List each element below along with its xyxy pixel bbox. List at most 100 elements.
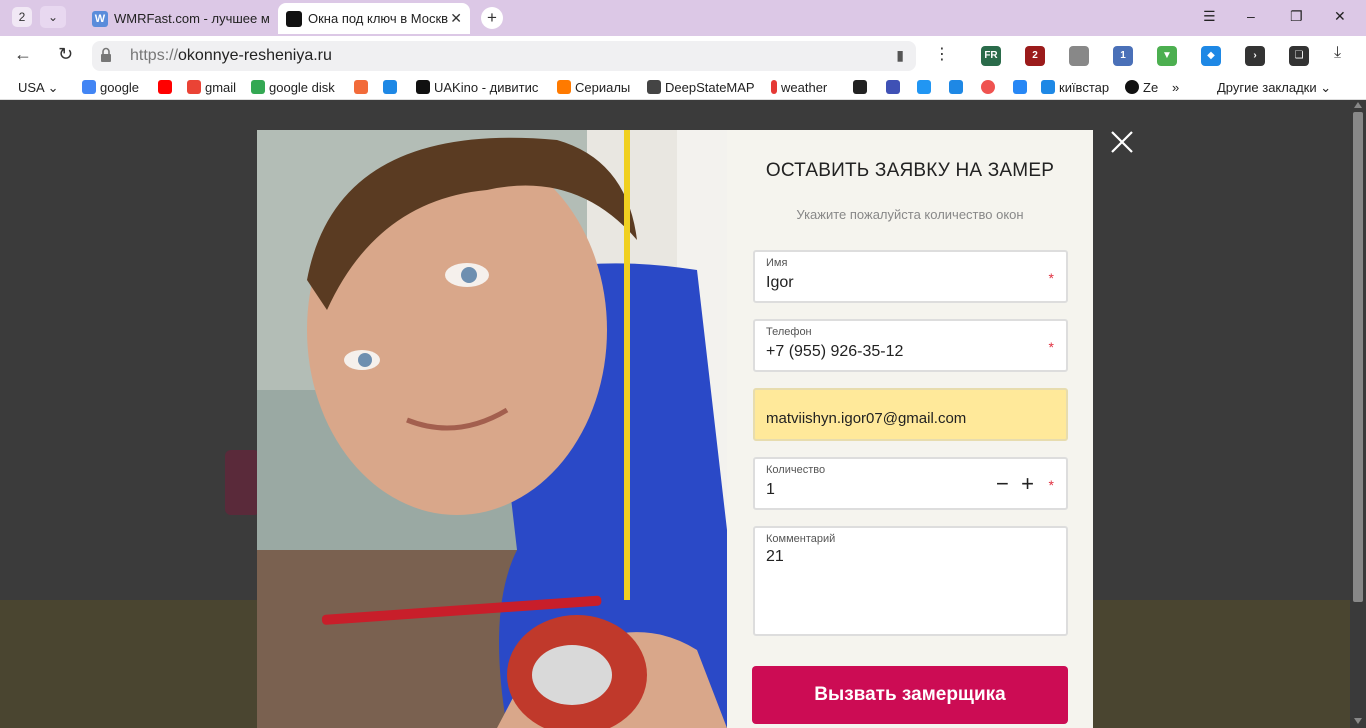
restore-icon[interactable]: ❐	[1290, 8, 1303, 25]
quantity-label: Количество	[766, 464, 826, 476]
name-label: Имя	[766, 257, 788, 269]
new-tab-button[interactable]: +	[481, 7, 503, 29]
form-title: ОСТАВИТЬ ЗАЯВКУ НА ЗАМЕР	[765, 160, 1055, 181]
bookmark-google-disk[interactable]: google disk	[251, 80, 335, 95]
comment-label: Комментарий	[766, 533, 836, 545]
bookmark-kyivstar[interactable]: київстар	[1041, 80, 1109, 95]
back-icon[interactable]: ←	[14, 44, 32, 65]
name-value[interactable]: Igor	[766, 274, 794, 292]
required-asterisk: *	[1048, 339, 1054, 355]
reader-icon[interactable]: ›	[1245, 46, 1265, 66]
download-arrow-icon[interactable]: ▼	[1157, 46, 1177, 66]
bookmark-vk[interactable]	[1013, 80, 1031, 95]
bookmark-translate[interactable]	[949, 80, 967, 95]
bookmark-gmail[interactable]: gmail	[187, 80, 236, 95]
required-asterisk: *	[1048, 270, 1054, 286]
bookmark-bc[interactable]	[853, 80, 871, 95]
modal-photo-measurer	[257, 130, 727, 728]
bookmark-serialy[interactable]: Сериалы	[557, 80, 630, 95]
translate-icon	[949, 80, 963, 94]
scroll-up-icon[interactable]	[1354, 102, 1362, 108]
bookmark-f[interactable]	[354, 80, 372, 95]
map-flag-icon	[647, 80, 661, 94]
email-field[interactable]: matviishyn.igor07@gmail.com	[753, 388, 1068, 441]
required-asterisk: *	[1048, 477, 1054, 493]
bookmark-google[interactable]: google	[82, 80, 139, 95]
tab-wmrfast[interactable]: W WMRFast.com - лучшее м	[84, 3, 276, 34]
bookmark-arrow[interactable]	[886, 80, 904, 95]
tab-bar: 2 ⌄ W WMRFast.com - лучшее м Окна под кл…	[0, 0, 1366, 36]
quantity-field[interactable]: Количество 1 − + *	[753, 457, 1068, 510]
tab-count-badge[interactable]: 2	[12, 7, 32, 27]
google-drive-icon	[251, 80, 265, 94]
bookmark-weather[interactable]: weather	[771, 80, 827, 95]
tab-close-icon[interactable]: ✕	[450, 3, 462, 34]
thermometer-icon	[771, 80, 777, 94]
okonnye-favicon-icon	[286, 11, 302, 27]
browser-menu-icon[interactable]: ☰	[1203, 8, 1216, 25]
uakino-icon	[416, 80, 430, 94]
name-field[interactable]: Имя Igor *	[753, 250, 1068, 303]
other-bookmarks-folder[interactable]: Другие закладки ⌄	[1217, 80, 1331, 96]
reload-icon[interactable]: ↻	[58, 44, 73, 65]
url-text[interactable]: https://okonnye-resheniya.ru	[130, 47, 332, 65]
bookmark-ze[interactable]: Ze	[1125, 80, 1160, 95]
minus-icon[interactable]: −	[996, 471, 1009, 496]
close-window-icon[interactable]: ✕	[1334, 8, 1346, 25]
bookmarks-more-button[interactable]: »	[1172, 80, 1179, 95]
bookmark-yandex[interactable]	[981, 80, 999, 95]
call-measurer-button[interactable]: Вызвать замерщика	[752, 666, 1068, 724]
fox-icon	[557, 80, 571, 94]
bookmark-p[interactable]	[917, 80, 935, 95]
form-subtitle: Укажите пожалуйста количество окон	[796, 207, 1024, 222]
measurer-illustration	[257, 130, 727, 728]
page-scrollbar[interactable]	[1350, 100, 1366, 728]
star-logo-icon	[383, 80, 397, 94]
bookmark-deepstatemap[interactable]: DeepStateMAP	[647, 80, 755, 95]
p-icon	[917, 80, 931, 94]
modal-close-icon[interactable]	[1110, 130, 1134, 154]
scrollbar-thumb[interactable]	[1353, 112, 1363, 602]
collection-icon[interactable]: ❏	[1289, 46, 1309, 66]
extension-puzzle-icon[interactable]	[1069, 46, 1089, 66]
bookmark-youtube[interactable]	[158, 80, 176, 95]
bookmarks-bar: USA ⌄ google gmail google disk UAKino - …	[0, 76, 1366, 100]
diamond-icon[interactable]: ◆	[1201, 46, 1221, 66]
tab-title: WMRFast.com - лучшее м	[114, 11, 270, 26]
plus-icon[interactable]: +	[1021, 471, 1034, 496]
comment-field[interactable]: Комментарий 21	[753, 526, 1068, 636]
kyivstar-icon	[1041, 80, 1055, 94]
email-value[interactable]: matviishyn.igor07@gmail.com	[766, 410, 966, 427]
page-background-button	[225, 450, 260, 515]
bookmark-usa[interactable]: USA ⌄	[18, 80, 59, 96]
lock-icon[interactable]	[100, 47, 112, 63]
bookmark-icon[interactable]: ▮	[896, 47, 904, 64]
url-field[interactable]: https://okonnye-resheniya.ru ▮	[92, 41, 916, 71]
fr-extension-icon[interactable]: FR	[981, 46, 1001, 66]
minimize-icon[interactable]: –	[1247, 8, 1255, 24]
quantity-value[interactable]: 1	[766, 481, 775, 499]
vk-icon	[1013, 80, 1027, 94]
quantity-stepper[interactable]: − +	[996, 471, 1034, 497]
tab-list-chevron-icon[interactable]: ⌄	[40, 6, 66, 28]
phone-label: Телефон	[766, 326, 812, 338]
phone-value[interactable]: +7 (955) 926-35-12	[766, 343, 903, 361]
gmail-icon	[187, 80, 201, 94]
ublock-icon[interactable]: 2	[1025, 46, 1045, 66]
extension-counter-icon[interactable]: 1	[1113, 46, 1133, 66]
f-icon	[354, 80, 368, 94]
comment-value[interactable]: 21	[766, 548, 784, 566]
google-icon	[82, 80, 96, 94]
bc-icon	[853, 80, 867, 94]
phone-field[interactable]: Телефон +7 (955) 926-35-12 *	[753, 319, 1068, 372]
bookmark-star[interactable]	[383, 80, 401, 95]
downloads-icon[interactable]: ⤓	[1334, 44, 1341, 62]
wmrfast-favicon-icon: W	[92, 11, 108, 27]
tab-okonnye[interactable]: Окна под ключ в Москв ✕	[278, 3, 470, 34]
ze-icon	[1125, 80, 1139, 94]
bookmark-uakino[interactable]: UAKino - дивитис	[416, 80, 538, 95]
yandex-icon	[981, 80, 995, 94]
more-vertical-icon[interactable]: ⋮	[934, 44, 950, 64]
arrow-left-logo-icon	[886, 80, 900, 94]
scroll-down-icon[interactable]	[1354, 718, 1362, 724]
